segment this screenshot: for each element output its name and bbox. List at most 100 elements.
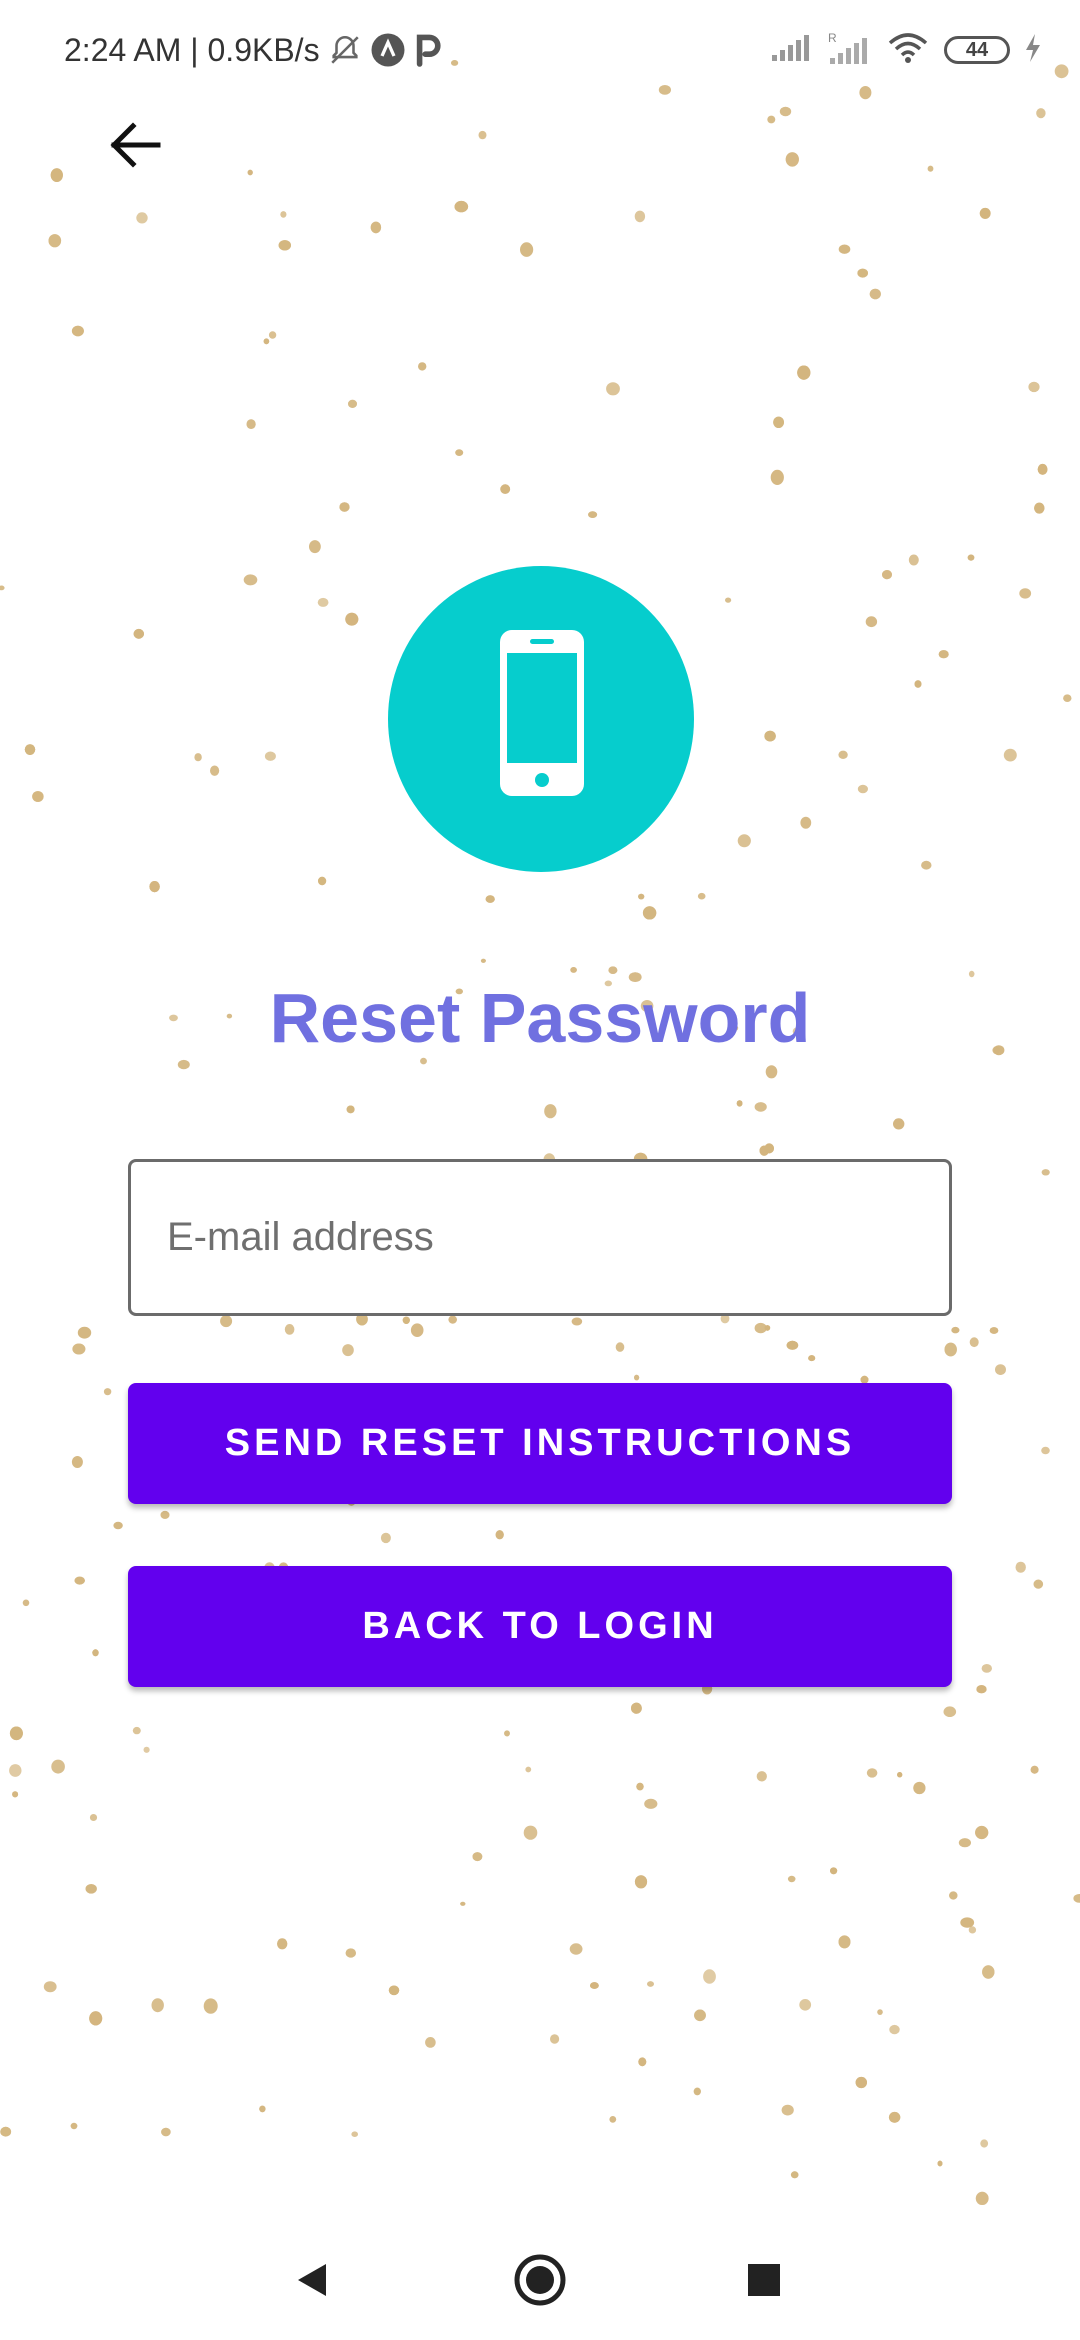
speckle-dot	[425, 2037, 436, 2048]
speckle-dot	[967, 554, 975, 561]
speckle-dot	[51, 1759, 65, 1774]
page-title: Reset Password	[269, 979, 811, 1057]
speckle-dot	[455, 449, 464, 456]
speckle-dot	[634, 1374, 640, 1381]
speckle-dot	[697, 892, 706, 900]
speckle-dot	[857, 268, 868, 278]
speckle-dot	[570, 967, 577, 973]
speckle-dot	[9, 1764, 22, 1777]
status-left: 2:24 AM | 0.9KB/s	[64, 28, 442, 72]
speckle-dot	[485, 895, 495, 903]
speckle-dot	[259, 2105, 266, 2113]
speckle-dot	[838, 1935, 851, 1949]
speckle-dot	[975, 1825, 989, 1840]
speckle-dot	[770, 469, 784, 485]
back-button[interactable]	[100, 110, 170, 180]
speckle-dot	[693, 2087, 701, 2096]
speckle-dot	[89, 2011, 103, 2026]
speckle-dot	[1030, 1765, 1039, 1774]
speckle-dot	[203, 1998, 218, 2014]
back-to-login-button[interactable]: BACK TO LOGIN	[128, 1566, 952, 1687]
speckle-dot	[882, 570, 892, 580]
speckle-dot	[420, 1057, 427, 1065]
speckle-dot	[968, 970, 975, 978]
speckle-dot	[1036, 108, 1046, 119]
speckle-dot	[268, 331, 277, 339]
speckle-dot	[975, 2191, 989, 2205]
speckle-dot	[799, 1999, 812, 2011]
speckle-dot	[177, 1059, 190, 1070]
bell-off-icon	[328, 33, 362, 67]
speckle-dot	[790, 2171, 799, 2179]
speckle-dot	[644, 1798, 658, 1809]
speckle-dot	[1041, 1446, 1050, 1455]
speckle-dot	[634, 210, 646, 223]
speckle-dot	[800, 816, 812, 829]
speckle-dot	[161, 2127, 171, 2137]
email-input[interactable]	[167, 1162, 927, 1313]
speckle-dot	[370, 221, 382, 234]
speckle-dot	[855, 2076, 867, 2089]
nav-back-button[interactable]	[272, 2240, 352, 2320]
speckle-dot	[280, 211, 287, 218]
speckle-dot	[725, 597, 732, 603]
email-field[interactable]	[128, 1159, 952, 1316]
speckle-dot	[1034, 502, 1045, 514]
speckle-dot	[808, 1355, 816, 1362]
speckle-dot	[48, 234, 62, 248]
speckle-dot	[897, 1772, 903, 1778]
speckle-dot	[938, 650, 949, 659]
speckle-dot	[995, 1364, 1006, 1375]
speckle-dot	[348, 399, 357, 408]
status-bar: 2:24 AM | 0.9KB/s R 44	[0, 0, 1080, 100]
nav-back-icon	[298, 2264, 326, 2296]
signal-roaming-icon: R	[826, 30, 872, 71]
speckle-dot	[351, 2131, 359, 2137]
speckle-dot	[70, 2122, 78, 2130]
speckle-dot	[588, 511, 598, 518]
speckle-dot	[410, 1323, 424, 1337]
speckle-dot	[43, 1981, 57, 1993]
send-reset-instructions-button[interactable]: SEND RESET INSTRUCTIONS	[128, 1383, 952, 1504]
speckle-dot	[1003, 748, 1017, 762]
speckle-dot	[634, 1875, 648, 1889]
speckle-dot	[388, 1985, 400, 1996]
speckle-dot	[71, 325, 84, 337]
speckle-dot	[525, 1766, 532, 1773]
nav-recents-button[interactable]	[724, 2240, 804, 2320]
speckle-dot	[569, 1943, 583, 1955]
speckle-dot	[927, 165, 934, 172]
speckle-dot	[85, 1884, 97, 1894]
speckle-dot	[132, 1726, 141, 1735]
speckle-dot	[830, 1867, 838, 1875]
speckle-dot	[210, 765, 220, 776]
speckle-dot	[1019, 588, 1032, 599]
speckle-dot	[838, 750, 848, 759]
nav-home-button[interactable]	[500, 2240, 580, 2320]
speckle-dot	[77, 1326, 92, 1339]
speckle-dot	[418, 362, 427, 371]
speckle-dot	[638, 2057, 647, 2067]
speckle-dot	[12, 1791, 19, 1798]
arrow-left-icon	[110, 122, 161, 168]
speckle-dot	[133, 628, 144, 639]
speckle-dot	[694, 2009, 706, 2022]
speckle-dot	[460, 1901, 466, 1906]
speckle-dot	[949, 1891, 958, 1900]
speckle-dot	[989, 1327, 999, 1334]
speckle-dot	[278, 240, 291, 251]
speckle-dot	[764, 1325, 771, 1331]
nav-recents-icon	[748, 2264, 780, 2296]
speckle-dot	[754, 1102, 767, 1112]
android-icon	[370, 32, 406, 68]
speckle-dot	[1033, 1579, 1044, 1589]
speckle-dot	[781, 2104, 794, 2116]
speckle-dot	[0, 2126, 12, 2137]
battery-icon: 44	[944, 36, 1010, 64]
speckle-dot	[944, 1342, 957, 1357]
speckle-dot	[869, 288, 881, 300]
speckle-dot	[92, 1649, 99, 1657]
speckle-dot	[317, 597, 329, 607]
speckle-dot	[888, 2111, 901, 2123]
speckle-dot	[380, 1532, 391, 1544]
